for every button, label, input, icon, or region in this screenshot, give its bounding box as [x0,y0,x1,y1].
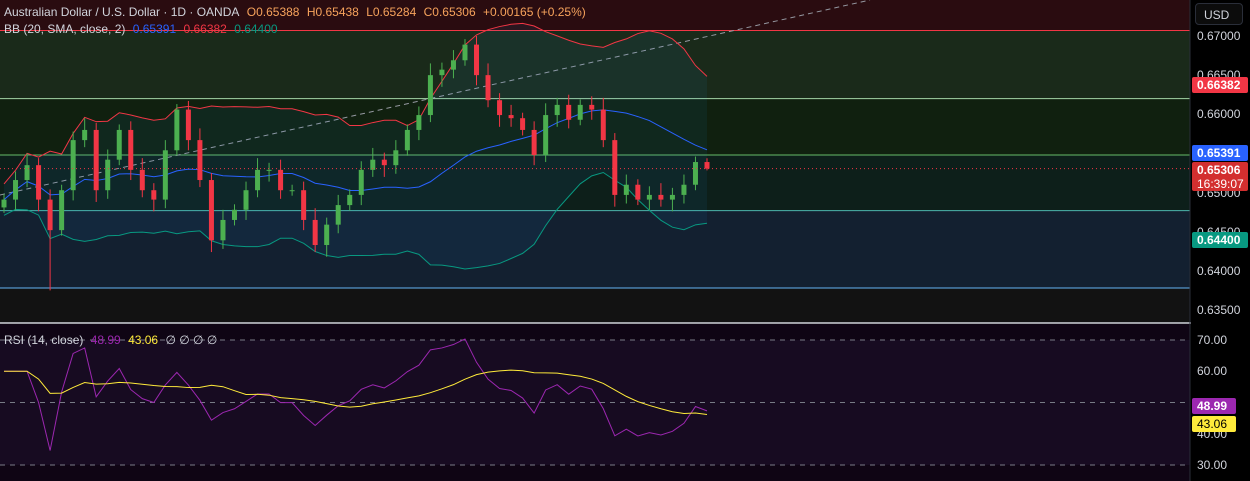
rsi-tick: 60.00 [1197,364,1228,379]
candle-body[interactable] [497,100,503,116]
candle-body[interactable] [646,194,652,200]
candle-body[interactable] [93,129,99,191]
ohlc-change: +0.00165 (+0.25%) [483,5,586,19]
candle-body[interactable] [704,162,710,169]
candle-body[interactable] [208,180,214,241]
candle-body[interactable] [669,194,675,200]
candle-body[interactable] [151,190,157,200]
candle-body[interactable] [474,44,480,76]
ohlc-high: H0.65438 [306,5,359,19]
candle-body[interactable] [278,169,284,191]
candle-body[interactable] [301,190,307,220]
candle-body[interactable] [416,115,422,130]
candle-body[interactable] [13,180,19,200]
candle-body[interactable] [36,165,42,200]
price-tick: 0.63500 [1197,302,1241,317]
candle-body[interactable] [59,190,65,231]
candle-body[interactable] [70,140,76,191]
bb-basis-tag: 0.65391 [1192,145,1248,161]
symbol-legend: Australian Dollar / U.S. Dollar · 1D · O… [4,5,590,19]
candle-body[interactable] [324,224,330,246]
candle-body[interactable] [427,75,433,116]
ohlc-close: C0.65306 [423,5,476,19]
candle-body[interactable] [439,69,445,76]
candle-body[interactable] [692,162,698,185]
candle-body[interactable] [450,60,456,70]
candle-body[interactable] [681,184,687,195]
candle-body[interactable] [485,75,491,101]
candle-body[interactable] [312,219,318,246]
bb-upper-tag: 0.66382 [1192,77,1248,93]
candle-body[interactable] [381,159,387,166]
bb-lower-value: 0.64400 [234,22,278,36]
candle-body[interactable] [162,150,168,200]
candle-body[interactable] [266,169,272,171]
ohlc-low: L0.65284 [366,5,417,19]
candle-body[interactable] [566,104,572,120]
rsi-extra-values: ∅ ∅ ∅ ∅ [165,333,218,347]
candle-body[interactable] [289,190,295,192]
candle-body[interactable] [531,129,537,155]
price-tick: 0.67000 [1197,29,1241,43]
candle-body[interactable] [139,169,145,191]
rsi-value: 48.99 [90,333,121,347]
price-tick: 0.66000 [1197,107,1241,122]
candle-body[interactable] [220,219,226,241]
candle-body[interactable] [47,199,53,231]
bar-countdown: 16:39:07 [1197,177,1244,191]
candle-body[interactable] [462,44,468,61]
bb-legend[interactable]: BB (20, SMA, close, 2) 0.65391 0.66382 0… [4,22,282,36]
last-price: 0.65306 [1197,163,1241,177]
candle-body[interactable] [404,129,410,151]
candle-body[interactable] [1,199,7,208]
candle-body[interactable] [174,109,180,151]
candle-body[interactable] [116,129,122,160]
bb-label: BB (20, SMA, close, 2) [4,22,126,36]
candle-body[interactable] [335,205,341,225]
candle-body[interactable] [520,118,526,130]
candle-body[interactable] [554,104,560,116]
bb-basis-value: 0.65391 [132,22,177,36]
candle-body[interactable] [612,140,618,195]
candle-body[interactable] [231,209,237,220]
candle-body[interactable] [658,194,664,200]
bb-lower-tag: 0.64400 [1192,232,1248,248]
symbol-title: Australian Dollar / U.S. Dollar · 1D · O… [4,5,240,19]
candle-body[interactable] [589,104,595,110]
candle-body[interactable] [623,184,629,195]
candle-body[interactable] [393,150,399,166]
rsi-tag: 48.99 [1192,398,1236,414]
zone-background [0,288,1190,323]
currency-button[interactable]: USD [1195,3,1243,25]
ohlc-open: O0.65388 [246,5,300,19]
candle-body[interactable] [255,169,261,191]
price-tick: 0.64000 [1197,263,1241,278]
rsi-tick: 30.00 [1197,458,1228,472]
candle-body[interactable] [358,169,364,195]
rsi-legend[interactable]: RSI (14, close) 48.99 43.06 ∅ ∅ ∅ ∅ [4,333,221,347]
candle-body[interactable] [543,115,549,155]
chart-canvas[interactable] [0,0,1250,481]
candle-body[interactable] [347,194,353,206]
candle-body[interactable] [105,159,111,191]
candle-body[interactable] [243,190,249,210]
rsi-ma-tag: 43.06 [1192,416,1236,432]
last-price-tag: 0.65306 16:39:07 [1192,162,1248,191]
candle-body[interactable] [508,115,514,119]
candle-body[interactable] [635,184,641,200]
rsi-ma-value: 43.06 [128,333,159,347]
candle-body[interactable] [82,129,88,141]
candle-body[interactable] [600,109,606,141]
candle-body[interactable] [185,109,191,141]
rsi-label: RSI (14, close) [4,333,84,347]
candle-body[interactable] [197,140,203,181]
candle-body[interactable] [577,104,583,120]
candle-body[interactable] [24,165,30,181]
bb-upper-value: 0.66382 [183,22,227,36]
candle-body[interactable] [128,129,134,170]
rsi-tick: 70.00 [1197,333,1228,347]
